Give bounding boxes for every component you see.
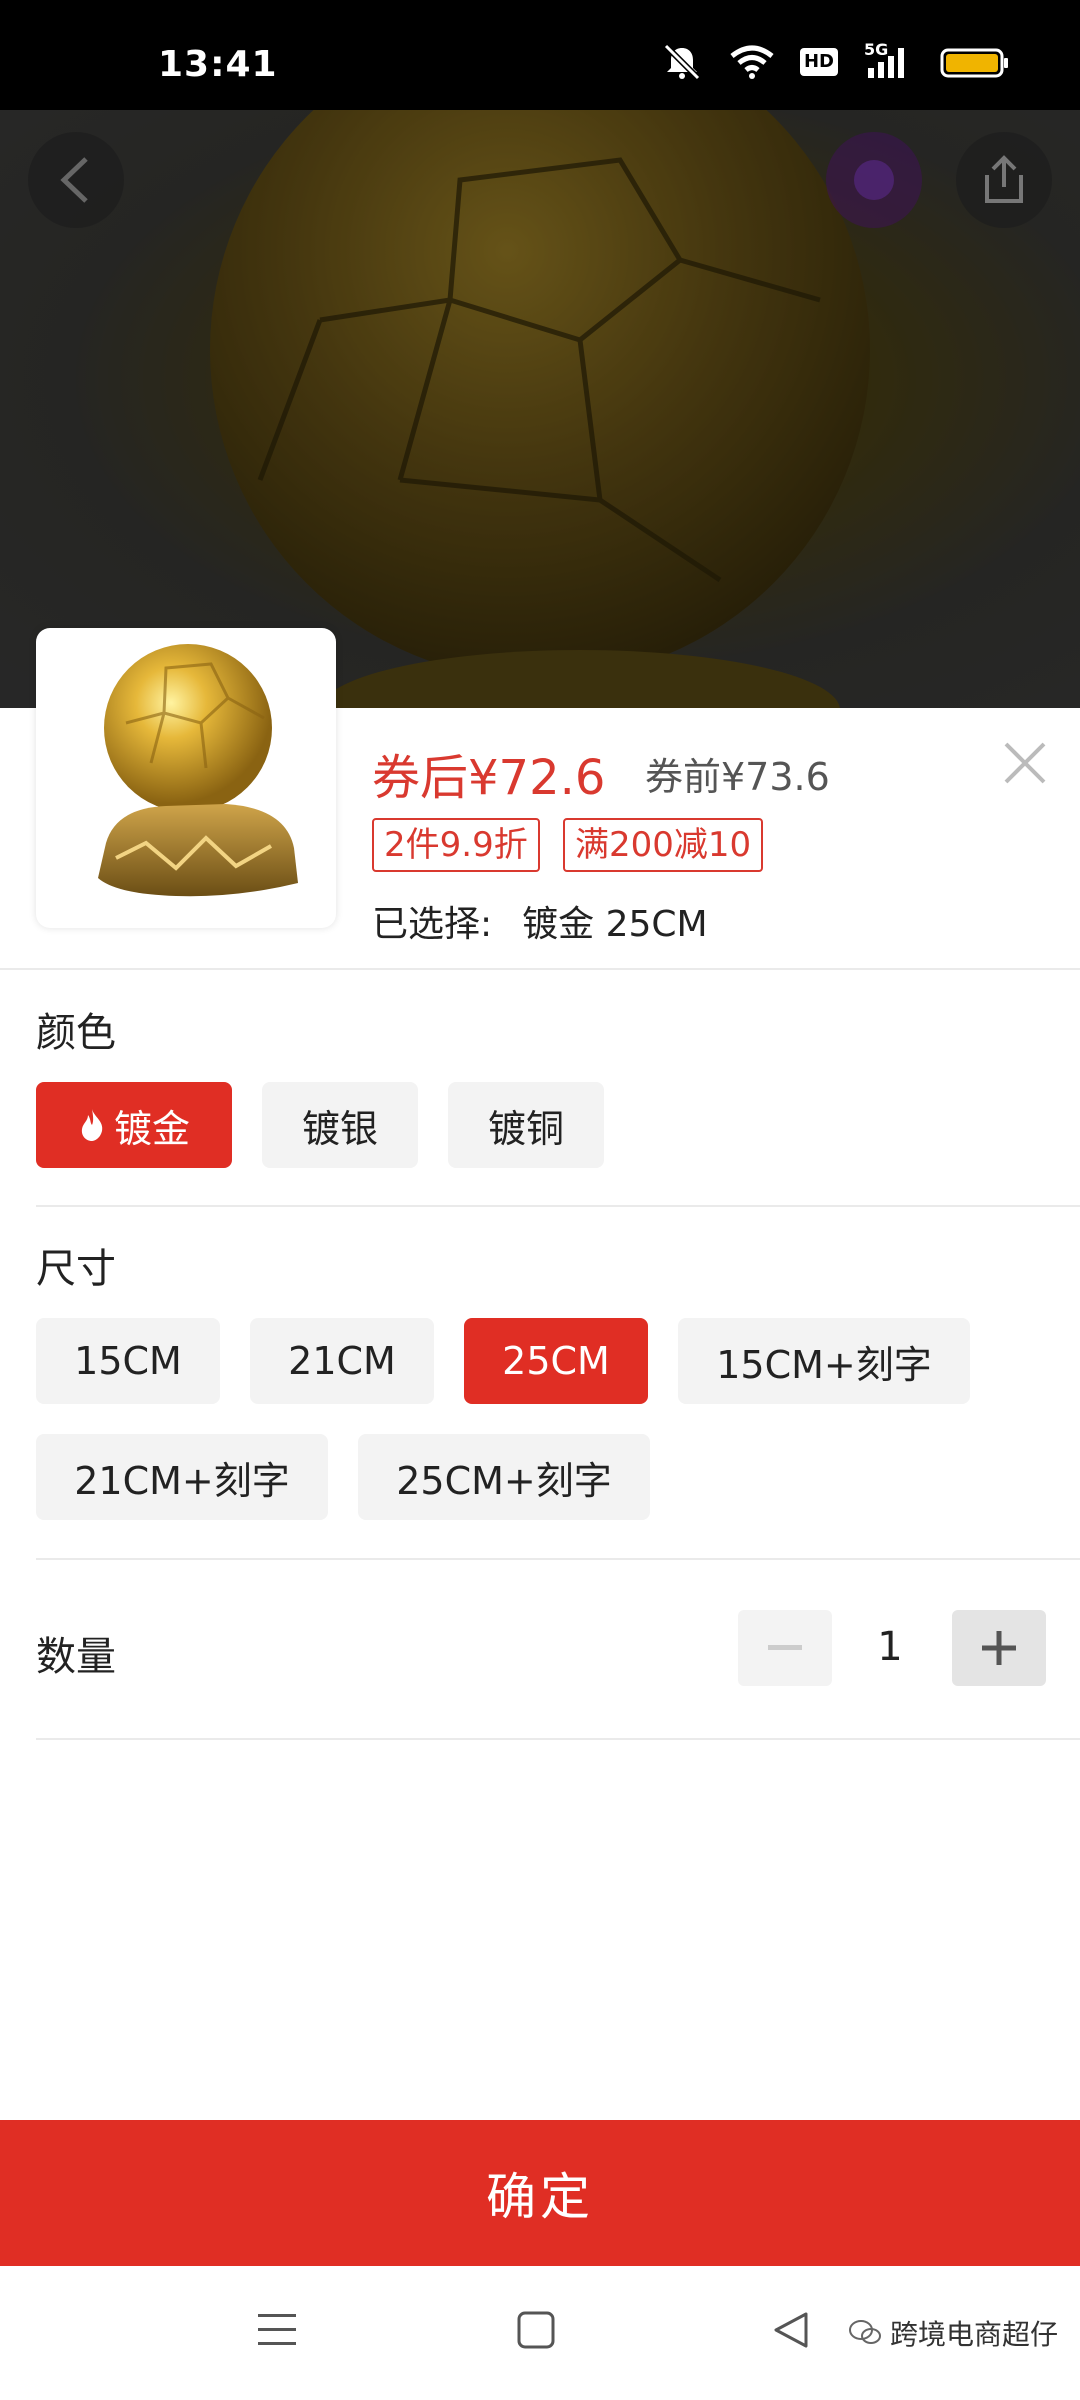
size-option-label: 25CM [502,1339,610,1383]
quantity-label: 数量 [36,1634,116,1680]
back-icon [60,157,88,203]
minus-icon [768,1645,802,1650]
size-option-label: 15CM+刻字 [716,1342,932,1387]
share-icon [985,155,1023,203]
size-option-label: 25CM+刻字 [396,1458,612,1503]
watermark: 跨境电商超仔 [848,2313,1058,2353]
divider [36,1205,1080,1207]
status-bar: 13:41 HD 5G [0,0,1080,110]
size-option-15cm-engraving[interactable]: 15CM+刻字 [678,1318,970,1404]
battery-icon [940,48,1008,78]
close-button[interactable] [1000,738,1050,788]
color-option-label: 镀银 [301,1106,378,1151]
selected-summary: 已选择: 镀金 25CM [372,895,708,947]
size-section-title: 尺寸 [36,1246,116,1292]
share-button[interactable] [956,132,1052,228]
size-option-label: 15CM [74,1339,182,1383]
color-option-bronze[interactable]: 镀铜 [448,1082,604,1168]
home-icon[interactable] [516,2310,556,2350]
promo-tag: 2件9.9折 [372,818,540,872]
wifi-icon [730,45,774,79]
plus-icon [982,1631,1016,1665]
brand-button[interactable] [826,132,922,228]
color-option-label: 镀金 [113,1106,190,1151]
quantity-decrease-button[interactable] [738,1610,832,1686]
selected-value: 镀金 25CM [522,904,708,945]
back-button[interactable] [28,132,124,228]
hd-label: HD [803,51,834,72]
size-option-label: 21CM+刻字 [74,1458,290,1503]
signal-5g-icon: 5G [864,40,914,80]
divider [36,1558,1080,1560]
price-after-coupon: 券后¥72.6 [372,750,606,806]
color-option-label: 镀铜 [487,1106,564,1151]
brand-icon [854,160,894,200]
size-option-25cm[interactable]: 25CM [464,1318,648,1404]
hd-icon: HD [799,48,838,76]
hero-dim-overlay [0,110,1080,708]
trophy-thumbnail-image [98,644,298,897]
size-option-15cm[interactable]: 15CM [36,1318,220,1404]
size-option-21cm[interactable]: 21CM [250,1318,434,1404]
selected-label: 已选择: [372,904,493,945]
close-icon [1004,742,1046,784]
quantity-increase-button[interactable] [952,1610,1046,1686]
wechat-icon [849,2320,881,2344]
divider [36,1738,1080,1740]
quantity-value[interactable]: 1 [860,1624,920,1670]
color-option-silver[interactable]: 镀银 [262,1082,418,1168]
status-time: 13:41 [158,44,278,85]
size-option-label: 21CM [288,1339,396,1383]
divider [0,968,1080,970]
confirm-label: 确定 [486,2168,594,2226]
color-option-gold[interactable]: 镀金 [36,1082,232,1168]
size-option-25cm-engraving[interactable]: 25CM+刻字 [358,1434,650,1520]
status-icons: HD 5G [660,40,1010,80]
watermark-text: 跨境电商超仔 [890,2318,1059,2351]
product-hero-image [0,110,1080,708]
price-before-coupon: 券前¥73.6 [645,755,830,799]
color-section-title: 颜色 [36,1010,116,1056]
back-triangle-icon[interactable] [772,2310,812,2350]
product-thumbnail [36,628,336,928]
flame-icon [81,1109,103,1141]
size-option-21cm-engraving[interactable]: 21CM+刻字 [36,1434,328,1520]
confirm-button[interactable]: 确定 [0,2120,1080,2266]
menu-icon[interactable] [256,2310,298,2350]
promo-tag: 满200减10 [563,818,764,872]
mute-icon [663,44,701,80]
